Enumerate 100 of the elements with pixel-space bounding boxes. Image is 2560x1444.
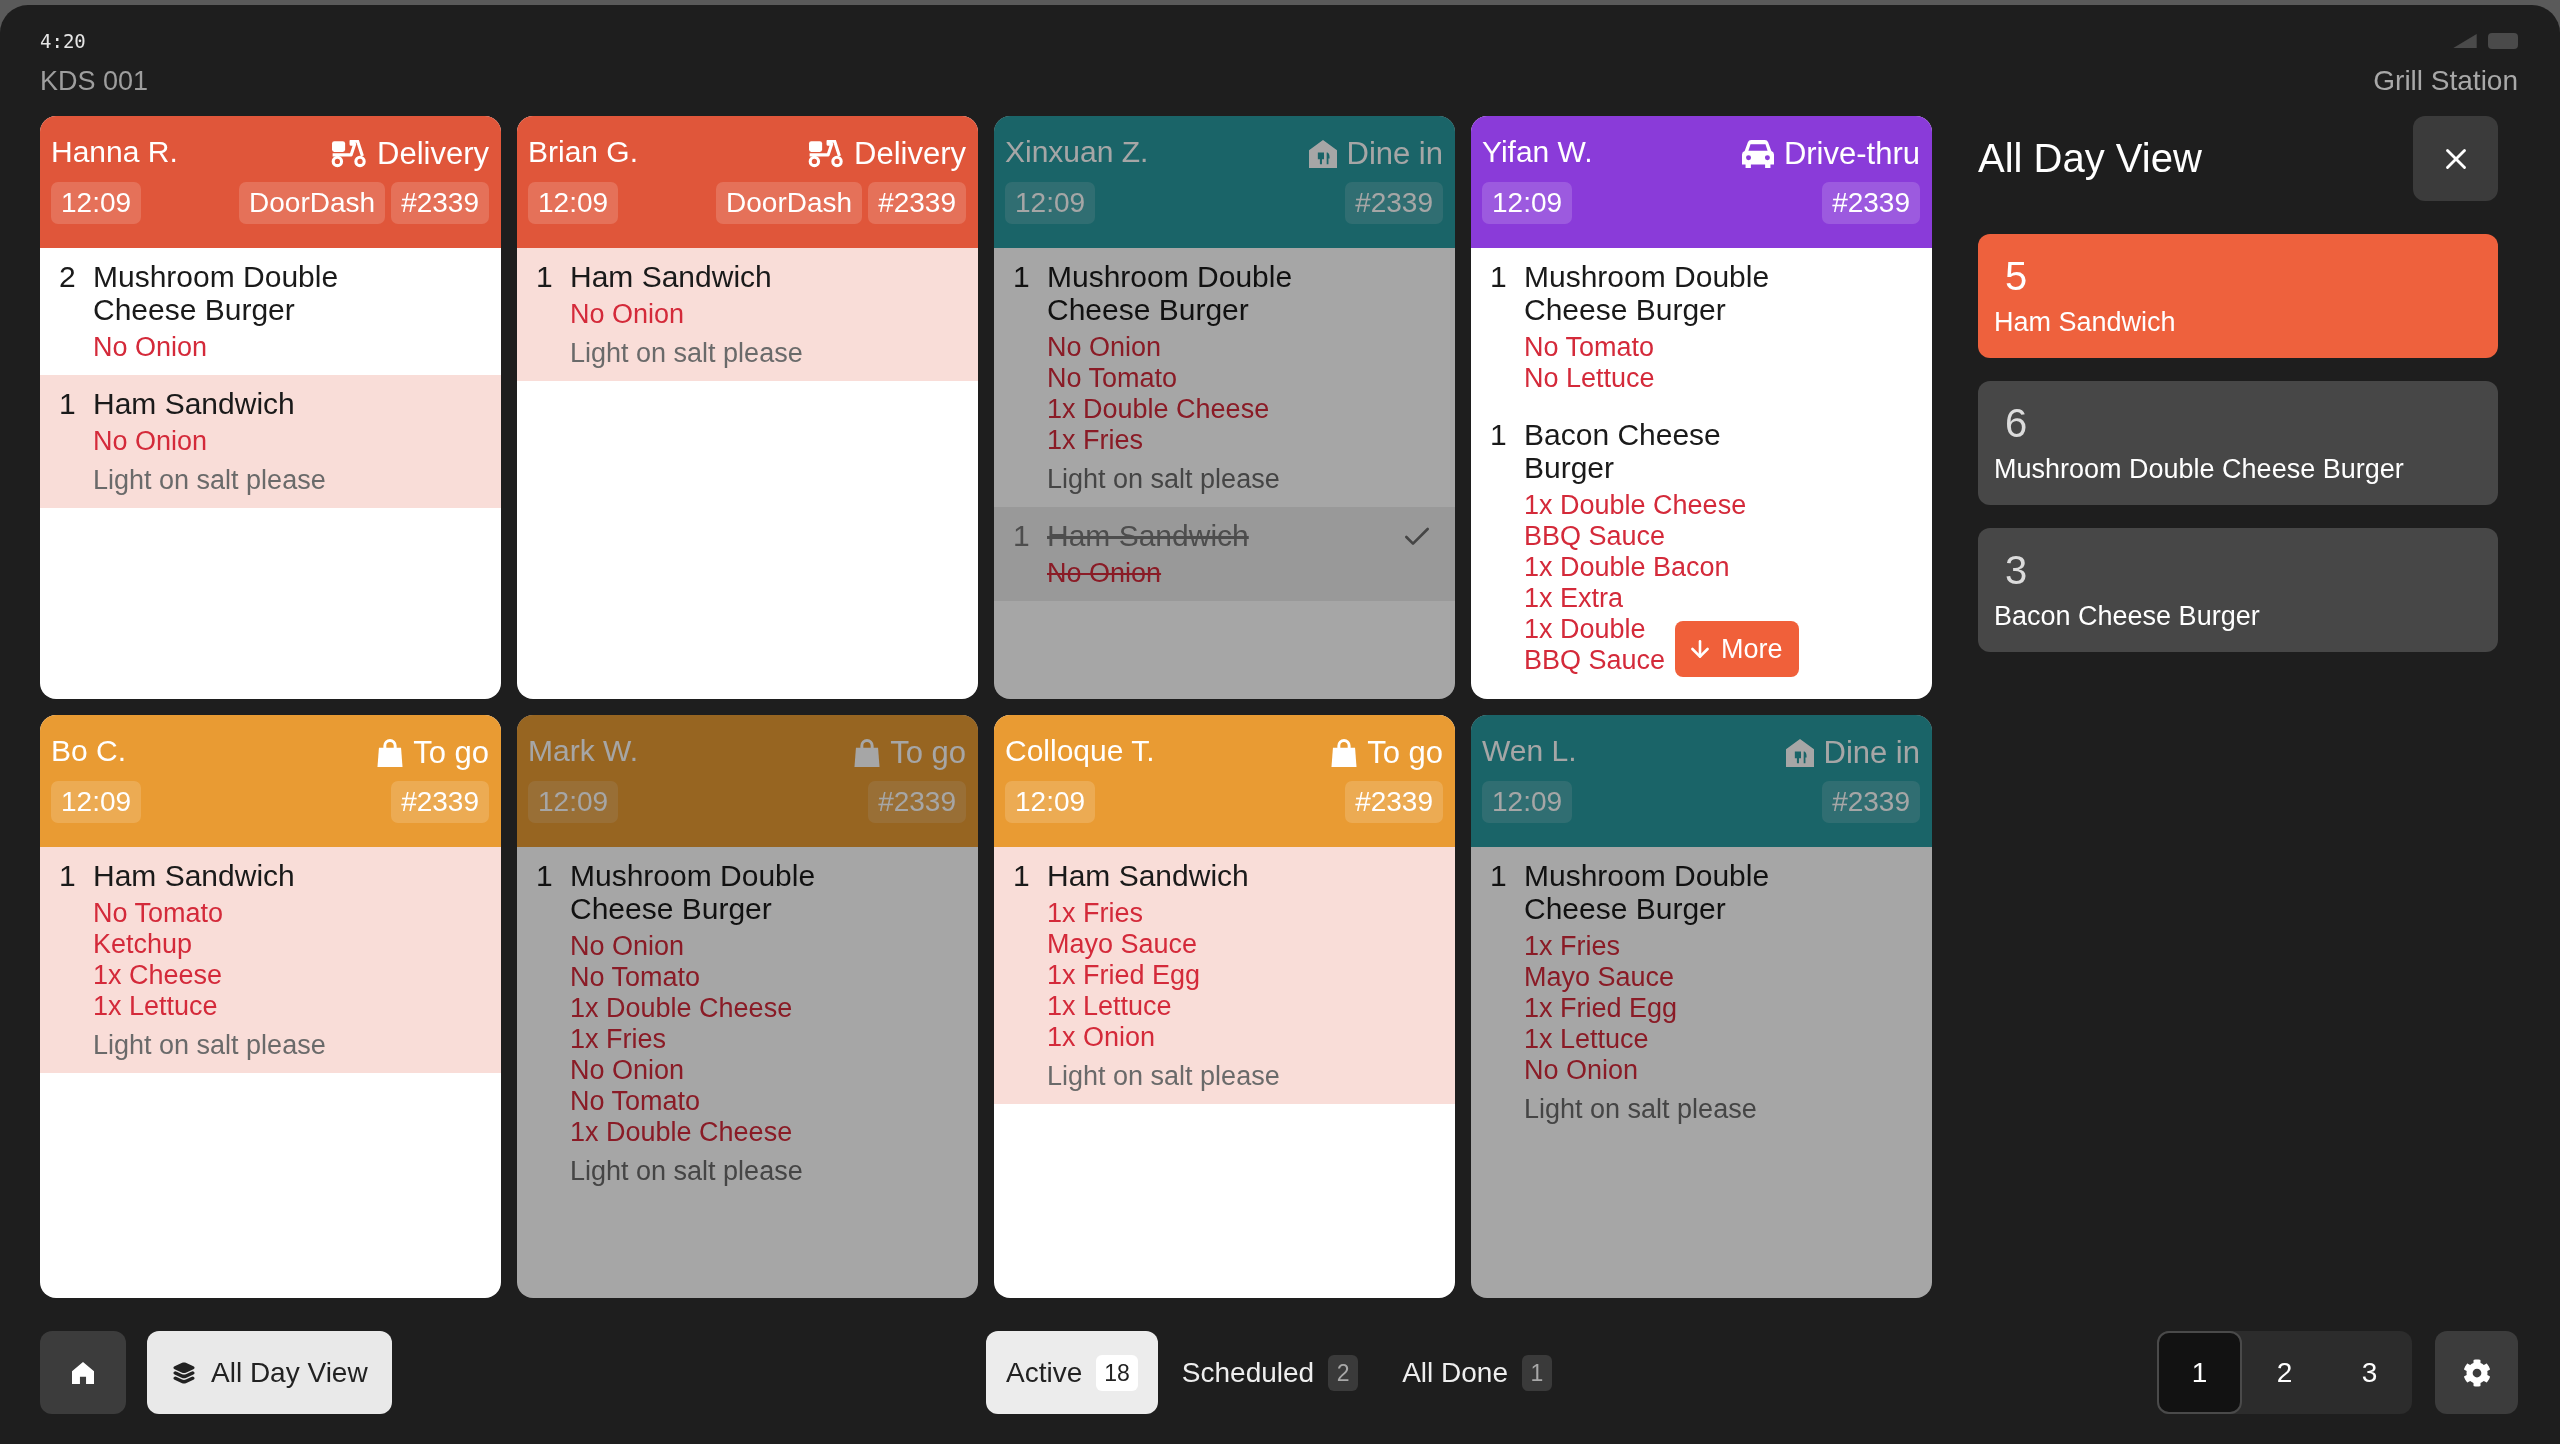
item-modifier: 1x Lettuce: [1047, 991, 1172, 1022]
layers-icon: [171, 1359, 197, 1386]
item-modifier: Ketchup: [93, 929, 193, 960]
order-type: Dine in: [1823, 735, 1920, 771]
order-number: #2339: [868, 182, 966, 224]
customer-name: Xinxuan Z.: [1005, 135, 1149, 169]
order-number: #2339: [868, 781, 966, 823]
order-number: #2339: [1345, 781, 1443, 823]
item-modifier: No Lettuce: [1524, 363, 1655, 394]
item-modifier: 1x Fries: [1524, 931, 1621, 962]
order-type: Delivery: [377, 136, 489, 172]
item-quantity: 1: [1013, 859, 1031, 892]
bag-icon: [854, 739, 881, 767]
filter-tab[interactable]: All Done 1: [1382, 1331, 1572, 1414]
panel-title: All Day View: [1978, 136, 2202, 181]
close-button[interactable]: [2413, 116, 2498, 201]
count-badge: 18: [1096, 1354, 1138, 1391]
item-name: Mushroom Double Cheese Burger: [93, 260, 340, 326]
item-modifier: No Tomato: [93, 898, 224, 929]
order-number: #2339: [391, 781, 489, 823]
item-modifier: 1x Double Bacon: [1524, 552, 1730, 583]
settings-icon: [2462, 1358, 2491, 1387]
item-modifier: 1x Double Cheese: [1524, 490, 1747, 521]
item-modifier: No Onion: [570, 1055, 685, 1086]
item-quantity: 1: [1490, 859, 1508, 892]
item-modifier: 1x Extra: [1524, 583, 1624, 614]
item-name: Mushroom Double Cheese Burger: [570, 859, 817, 925]
house-icon: [1308, 140, 1337, 168]
item-name: Ham Sandwich: [93, 387, 295, 420]
item-name: Ham Sandwich: [1047, 859, 1249, 892]
order-time: 12:09: [528, 781, 619, 823]
scooter-icon: [331, 140, 368, 168]
filter-tab[interactable]: Active 18: [986, 1331, 1158, 1414]
item-note: Light on salt please: [93, 1030, 326, 1061]
battery-icon: [2488, 33, 2518, 49]
item-quantity: 2: [59, 260, 77, 293]
customer-name: Bo C.: [51, 734, 127, 768]
item-modifier: No Onion: [570, 299, 685, 330]
all-day-item[interactable]: 3 Bacon Cheese Burger: [1978, 528, 2498, 652]
item-modifier: 1x Lettuce: [93, 991, 218, 1022]
item-modifier: Mayo Sauce: [1524, 962, 1675, 993]
item-modifier: No Onion: [1524, 1055, 1639, 1086]
page-button[interactable]: 1: [2157, 1331, 2242, 1414]
item-note: Light on salt please: [1524, 1094, 1757, 1125]
order-number: #2339: [1345, 182, 1443, 224]
item-modifier: No Onion: [93, 426, 208, 457]
bag-icon: [377, 739, 404, 767]
scooter-icon: [808, 140, 845, 168]
item-modifier: No Tomato: [1047, 363, 1178, 394]
settings-button[interactable]: [2435, 1331, 2518, 1414]
order-type: Dine in: [1346, 136, 1443, 172]
item-modifier: Mayo Sauce: [1047, 929, 1198, 960]
order-type: Delivery: [854, 136, 966, 172]
item-modifier: 1x Lettuce: [1524, 1024, 1649, 1055]
status-time: 4:20: [40, 30, 86, 52]
item-modifier: 1x Fries: [570, 1024, 667, 1055]
home-button[interactable]: [40, 1331, 126, 1414]
item-note: Light on salt please: [570, 338, 803, 369]
customer-name: Colloque T.: [1005, 734, 1155, 768]
page-button[interactable]: 3: [2327, 1331, 2412, 1414]
order-type: To go: [413, 735, 489, 771]
item-modifier: 1x Cheese: [93, 960, 223, 991]
item-modifier: No Tomato: [1524, 332, 1655, 363]
order-type: To go: [890, 735, 966, 771]
order-time: 12:09: [1005, 781, 1096, 823]
customer-name: Hanna R.: [51, 135, 178, 169]
item-name: Ham Sandwich: [570, 260, 772, 293]
order-source: DoorDash: [716, 182, 863, 224]
device-name: KDS 001: [40, 65, 149, 97]
item-name: Mushroom Double Cheese Burger: [1524, 260, 1771, 326]
order-time: 12:09: [1482, 182, 1573, 224]
order-source: DoorDash: [239, 182, 386, 224]
filter-tab[interactable]: Scheduled 2: [1161, 1331, 1379, 1414]
item-modifier: No Onion: [1047, 332, 1162, 363]
item-modifier: No Tomato: [570, 962, 701, 993]
order-time: 12:09: [51, 781, 142, 823]
count-badge: 1: [1522, 1354, 1552, 1391]
page-button[interactable]: 2: [2242, 1331, 2327, 1414]
all-day-item[interactable]: 6 Mushroom Double Cheese Burger: [1978, 381, 2498, 505]
item-quantity: 1: [59, 387, 77, 420]
item-quantity: 1: [1013, 519, 1031, 552]
item-note: Light on salt please: [1047, 1061, 1280, 1092]
house-icon: [1785, 739, 1814, 767]
customer-name: Brian G.: [528, 135, 639, 169]
count-badge: 2: [1328, 1354, 1359, 1391]
item-modifier: No Onion: [1047, 558, 1162, 589]
order-time: 12:09: [1005, 182, 1096, 224]
station-name: Grill Station: [2373, 65, 2518, 97]
item-note: Light on salt please: [93, 465, 326, 496]
item-name: Ham Sandwich: [93, 859, 295, 892]
all-day-view-button[interactable]: All Day View: [147, 1331, 392, 1414]
item-modifier: 1x Fries: [1047, 425, 1144, 456]
car-icon: [1741, 140, 1774, 168]
item-quantity: 1: [1490, 260, 1508, 293]
item-modifier: No Onion: [93, 332, 208, 363]
item-name: Bacon Cheese Burger: [1524, 418, 1722, 484]
item-name: Ham Sandwich: [1047, 519, 1249, 552]
item-modifier: 1x Double Cheese: [1047, 394, 1270, 425]
item-note: Light on salt please: [570, 1156, 803, 1187]
item-quantity: 1: [1013, 260, 1031, 293]
